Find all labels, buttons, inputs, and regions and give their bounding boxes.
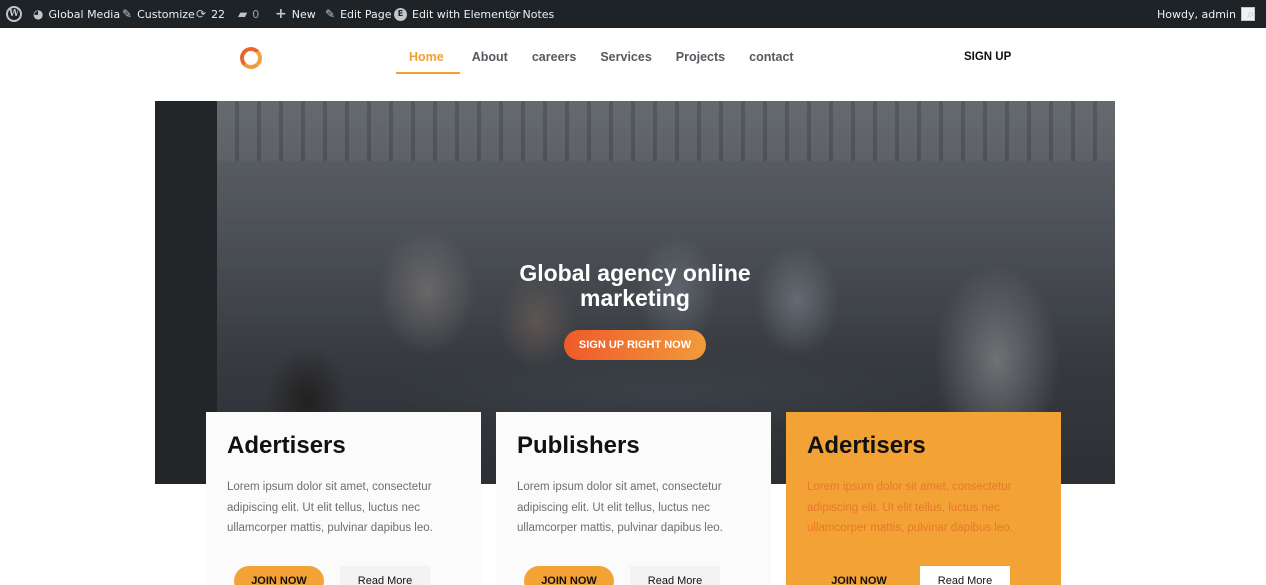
join-now-button[interactable]: JOIN NOW xyxy=(234,566,324,585)
card-publishers: Publishers Lorem ipsum dolor sit amet, c… xyxy=(496,412,771,585)
dashboard-icon: ◕ xyxy=(33,7,44,21)
edit-page-label: Edit Page xyxy=(340,7,392,21)
card-actions: JOIN NOW Read More xyxy=(524,566,720,585)
card-text: Lorem ipsum dolor sit amet, consectetur … xyxy=(227,481,433,534)
nav-item-contact[interactable]: contact xyxy=(737,40,805,74)
brush-icon: ✎ xyxy=(122,7,133,21)
pencil-icon: ✎ xyxy=(325,7,336,21)
admin-bar: W ◕ Global Media ✎ Customize ⟳ 22 ▰ 0 + … xyxy=(0,0,1266,28)
card-actions: JOIN NOW Read More xyxy=(234,566,430,585)
new-content-link[interactable]: + New xyxy=(275,0,316,28)
join-now-button[interactable]: JOIN NOW xyxy=(814,566,904,585)
card-advertisers-highlighted: Adertisers Lorem ipsum dolor sit amet, c… xyxy=(786,412,1061,585)
updates-icon: ⟳ xyxy=(196,7,207,21)
comments-link[interactable]: ▰ 0 xyxy=(238,0,259,28)
hero-title: Global agency online marketing xyxy=(519,260,751,311)
card-title: Adertisers xyxy=(807,432,926,459)
customize-label: Customize xyxy=(137,7,195,21)
account-menu[interactable]: Howdy, admin xyxy=(1157,0,1255,28)
wordpress-icon: W xyxy=(6,6,22,22)
nav-item-services[interactable]: Services xyxy=(588,40,663,74)
site-logo[interactable] xyxy=(240,47,262,69)
read-more-button[interactable]: Read More xyxy=(340,566,430,585)
card-title: Adertisers xyxy=(227,432,346,459)
site-name-label: Global Media xyxy=(48,7,121,21)
customize-link[interactable]: ✎ Customize xyxy=(122,0,195,28)
elementor-icon: E xyxy=(394,7,407,21)
search-icon: ⌕ xyxy=(1247,6,1255,22)
elementor-label: Edit with Elementor xyxy=(412,7,521,21)
notes-link[interactable]: ◌ Notes xyxy=(507,0,554,28)
nav-item-projects[interactable]: Projects xyxy=(664,40,737,74)
card-actions: JOIN NOW Read More xyxy=(814,566,1010,585)
updates-count: 22 xyxy=(211,7,226,21)
updates-link[interactable]: ⟳ 22 xyxy=(196,0,225,28)
greeting-label: Howdy, admin xyxy=(1157,7,1236,21)
join-now-button[interactable]: JOIN NOW xyxy=(524,566,614,585)
site-name-link[interactable]: ◕ Global Media xyxy=(33,0,120,28)
edit-page-link[interactable]: ✎ Edit Page xyxy=(325,0,392,28)
main-nav: Home About careers Services Projects con… xyxy=(396,40,806,76)
card-text: Lorem ipsum dolor sit amet, consectetur … xyxy=(807,481,1013,534)
nav-item-careers[interactable]: careers xyxy=(520,40,589,74)
comment-icon: ▰ xyxy=(238,7,248,21)
card-title: Publishers xyxy=(517,432,640,459)
nav-item-about[interactable]: About xyxy=(460,40,520,74)
read-more-button[interactable]: Read More xyxy=(920,566,1010,585)
wordpress-logo-button[interactable]: W xyxy=(6,0,22,28)
nav-item-home[interactable]: Home xyxy=(396,40,460,74)
sign-up-link[interactable]: SIGN UP xyxy=(964,51,1011,63)
elementor-link[interactable]: E Edit with Elementor xyxy=(394,0,520,28)
notes-label: Notes xyxy=(522,7,555,21)
read-more-button[interactable]: Read More xyxy=(630,566,720,585)
card-text: Lorem ipsum dolor sit amet, consectetur … xyxy=(517,481,723,534)
new-label: New xyxy=(291,7,316,21)
comments-count: 0 xyxy=(252,7,260,21)
admin-search-button[interactable]: ⌕ xyxy=(1247,0,1254,28)
speech-bubble-icon: ◌ xyxy=(507,7,518,21)
card-advertisers: Adertisers Lorem ipsum dolor sit amet, c… xyxy=(206,412,481,585)
plus-icon: + xyxy=(275,6,287,22)
sign-up-now-button[interactable]: SIGN UP RIGHT NOW xyxy=(564,330,706,360)
